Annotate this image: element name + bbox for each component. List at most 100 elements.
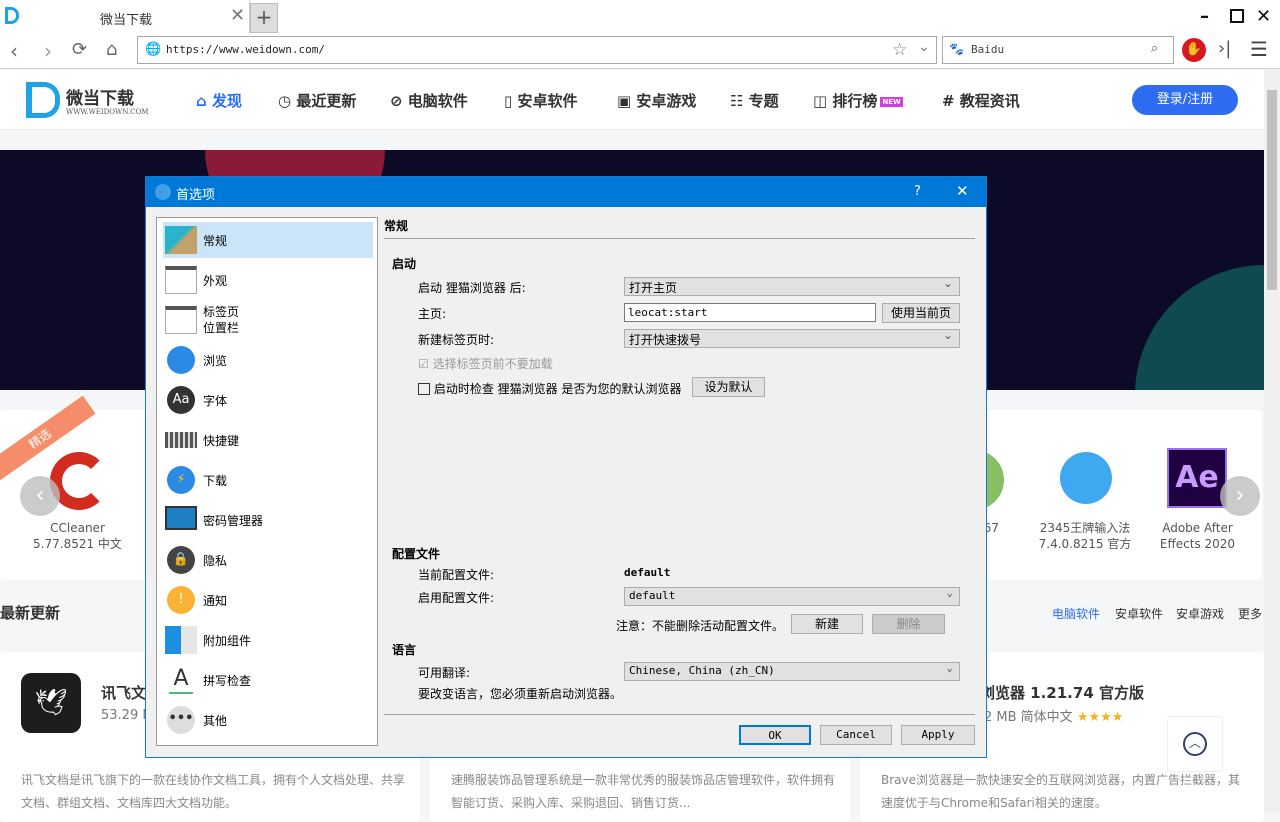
back-icon[interactable]: ‹ — [10, 39, 18, 63]
download-globe-icon: ⚡ — [167, 466, 195, 494]
back-to-top-button[interactable]: ︿ — [1167, 716, 1223, 772]
hash-icon: # — [942, 92, 960, 110]
site-logo-icon[interactable] — [26, 82, 60, 118]
carousel-item[interactable]: 2345王牌输入法 7.4.0.8215 官方 — [1030, 520, 1140, 552]
tab-weidown[interactable]: 微当下载 ✕ — [0, 0, 250, 33]
latest-tab-more[interactable]: 更多 — [1238, 605, 1262, 622]
search-icon[interactable]: ⌕ — [1151, 41, 1158, 56]
nav-recent[interactable]: ◷ 最近更新 — [278, 90, 356, 111]
nav-android-software[interactable]: ▯ 安卓软件 — [504, 90, 578, 111]
url-text: https://www.weidown.com/ — [166, 43, 325, 56]
minimize-icon[interactable]: – — [1200, 6, 1209, 27]
new-badge: NEW — [880, 96, 903, 107]
after-launch-select[interactable]: 打开主页 — [624, 276, 960, 296]
close-window-icon[interactable]: ✕ — [1256, 6, 1271, 27]
sidebar-item-addons[interactable]: 附加组件 — [163, 622, 373, 658]
address-toolbar: ‹ › ⟳ ⌂ 🌐 https://www.weidown.com/ ☆ ⌄ 🐾… — [0, 33, 1280, 69]
translation-select[interactable]: Chinese, China (zh_CN) — [624, 661, 960, 681]
delete-profile-button[interactable]: 删除 — [872, 614, 945, 634]
monitor-icon — [165, 506, 197, 530]
general-icon — [165, 226, 197, 254]
sidebar-item-passwords[interactable]: 密码管理器 — [163, 502, 373, 538]
nav-discover[interactable]: ⌂ 发现 — [196, 90, 242, 111]
home-icon[interactable]: ⌂ — [106, 39, 117, 60]
sidebar-item-tabs[interactable]: 标签页 位置栏 — [163, 302, 373, 338]
homepage-input[interactable] — [624, 303, 876, 322]
search-box[interactable]: 🐾 Baidu ⌕ — [942, 36, 1174, 64]
appearance-icon — [165, 266, 197, 294]
chevron-down-icon[interactable]: ⌄ — [918, 39, 930, 55]
sidebar-item-downloads[interactable]: ⚡ 下载 — [163, 462, 373, 498]
cancel-button[interactable]: Cancel — [820, 725, 892, 745]
startup-section-title: 启动 — [392, 257, 417, 271]
current-profile-label: 当前配置文件: — [418, 568, 495, 582]
site-logo-sub: WWW.WEIDOWN.COM — [66, 108, 149, 116]
ok-button[interactable]: OK — [739, 725, 811, 745]
sidebar-item-browsing[interactable]: 浏览 — [163, 342, 373, 378]
latest-tab-android-software[interactable]: 安卓软件 — [1115, 605, 1163, 622]
chart-icon: ◫ — [813, 92, 833, 110]
latest-tab-pc[interactable]: 电脑软件 — [1052, 605, 1100, 622]
baidu-icon: 🐾 — [949, 42, 964, 56]
calendar-icon: ☷ — [730, 92, 749, 110]
url-bar[interactable]: 🌐 https://www.weidown.com/ ☆ ⌄ — [137, 36, 937, 64]
sidebar-item-spellcheck[interactable]: A 拼写检查 — [163, 662, 373, 698]
carousel-next-button[interactable]: › — [1220, 476, 1260, 516]
sidebar-item-shortcuts[interactable]: 快捷键 — [163, 422, 373, 458]
sidebar-item-appearance[interactable]: 外观 — [163, 262, 373, 298]
after-effects-icon[interactable]: Ae — [1167, 448, 1227, 508]
sidebar-item-notifications[interactable]: ! 通知 — [163, 582, 373, 618]
sidebar-item-privacy[interactable]: 🔒 隐私 — [163, 542, 373, 578]
latest-tab-android-games[interactable]: 安卓游戏 — [1176, 605, 1224, 622]
site-logo-text[interactable]: 微当下载 — [66, 84, 134, 109]
menu-icon[interactable]: ☰ — [1250, 37, 1268, 61]
nav-android-games[interactable]: ▣ 安卓游戏 — [617, 90, 696, 111]
preferences-sidebar: 常规 外观 标签页 位置栏 浏览 Aa 字体 快捷键 ⚡ 下载 密码管理器 🔒 隐私 !… — [156, 217, 378, 746]
chevron-up-icon: ︿ — [1183, 732, 1207, 756]
divider — [384, 238, 975, 239]
sidebar-item-general[interactable]: 常规 — [163, 222, 373, 258]
language-note: 要改变语言，您必须重新启动浏览器。 — [418, 687, 623, 701]
translation-label: 可用翻译: — [418, 666, 471, 680]
active-profile-select[interactable]: default — [624, 586, 960, 606]
login-button[interactable]: 登录/注册 — [1132, 85, 1238, 115]
dialog-titlebar[interactable]: 首选项 ? ✕ — [146, 177, 986, 207]
2345-input-icon[interactable] — [1060, 452, 1112, 504]
use-current-page-button[interactable]: 使用当前页 — [882, 303, 960, 323]
new-profile-button[interactable]: 新建 — [791, 614, 863, 634]
maximize-icon[interactable] — [1230, 9, 1244, 23]
software-name: 讯飞文 — [101, 684, 147, 702]
profile-note: 注意：不能删除活动配置文件。 — [616, 619, 785, 633]
close-tab-icon[interactable]: ✕ — [230, 5, 245, 26]
newtab-label: 新建标签页时: — [418, 333, 495, 347]
new-tab-button[interactable]: + — [250, 3, 278, 33]
dialog-close-button[interactable]: ✕ — [956, 182, 969, 200]
scrollbar-thumb[interactable] — [1267, 90, 1277, 290]
carousel-prev-button[interactable]: ‹ — [20, 476, 60, 516]
checkbox-checked-icon: ☑ — [418, 357, 429, 371]
help-button[interactable]: ? — [914, 184, 921, 199]
nav-topics[interactable]: ☷ 专题 — [730, 90, 779, 111]
bookmark-star-icon[interactable]: ☆ — [892, 40, 907, 60]
carousel-item[interactable]: CCleaner 5.77.8521 中文 — [20, 520, 135, 552]
spellcheck-icon: A — [169, 666, 193, 694]
page-scrollbar[interactable] — [1264, 70, 1280, 812]
checkbox-icon — [418, 383, 430, 395]
sidebar-item-fonts[interactable]: Aa 字体 — [163, 382, 373, 418]
apply-button[interactable]: Apply — [901, 725, 975, 745]
forward-icon[interactable]: › — [44, 39, 52, 63]
lock-globe-icon: 🔒 — [167, 546, 195, 574]
dont-load-tabs-checkbox[interactable]: ☑ 选择标签页前不要加载 — [418, 355, 553, 372]
reload-icon[interactable]: ⟳ — [72, 39, 87, 60]
carousel-item[interactable]: Adobe After Effects 2020 — [1150, 520, 1245, 552]
nav-tutorials[interactable]: # 教程资讯 — [942, 90, 1020, 111]
set-default-button[interactable]: 设为默认 — [692, 377, 765, 397]
sidebar-toggle-icon[interactable]: ›| — [1218, 38, 1231, 59]
nav-pc-software[interactable]: ⊘ 电脑软件 — [390, 90, 468, 111]
active-profile-label: 启用配置文件: — [418, 591, 495, 605]
adblock-icon[interactable]: ✋ — [1182, 38, 1206, 62]
newtab-select[interactable]: 打开快速拨号 — [624, 328, 960, 348]
check-default-checkbox[interactable]: 启动时检查 狸猫浏览器 是否为您的默认浏览器 — [418, 380, 681, 397]
sidebar-item-other[interactable]: ••• 其他 — [163, 702, 373, 738]
nav-ranking[interactable]: ◫ 排行榜 NEW — [813, 90, 903, 111]
